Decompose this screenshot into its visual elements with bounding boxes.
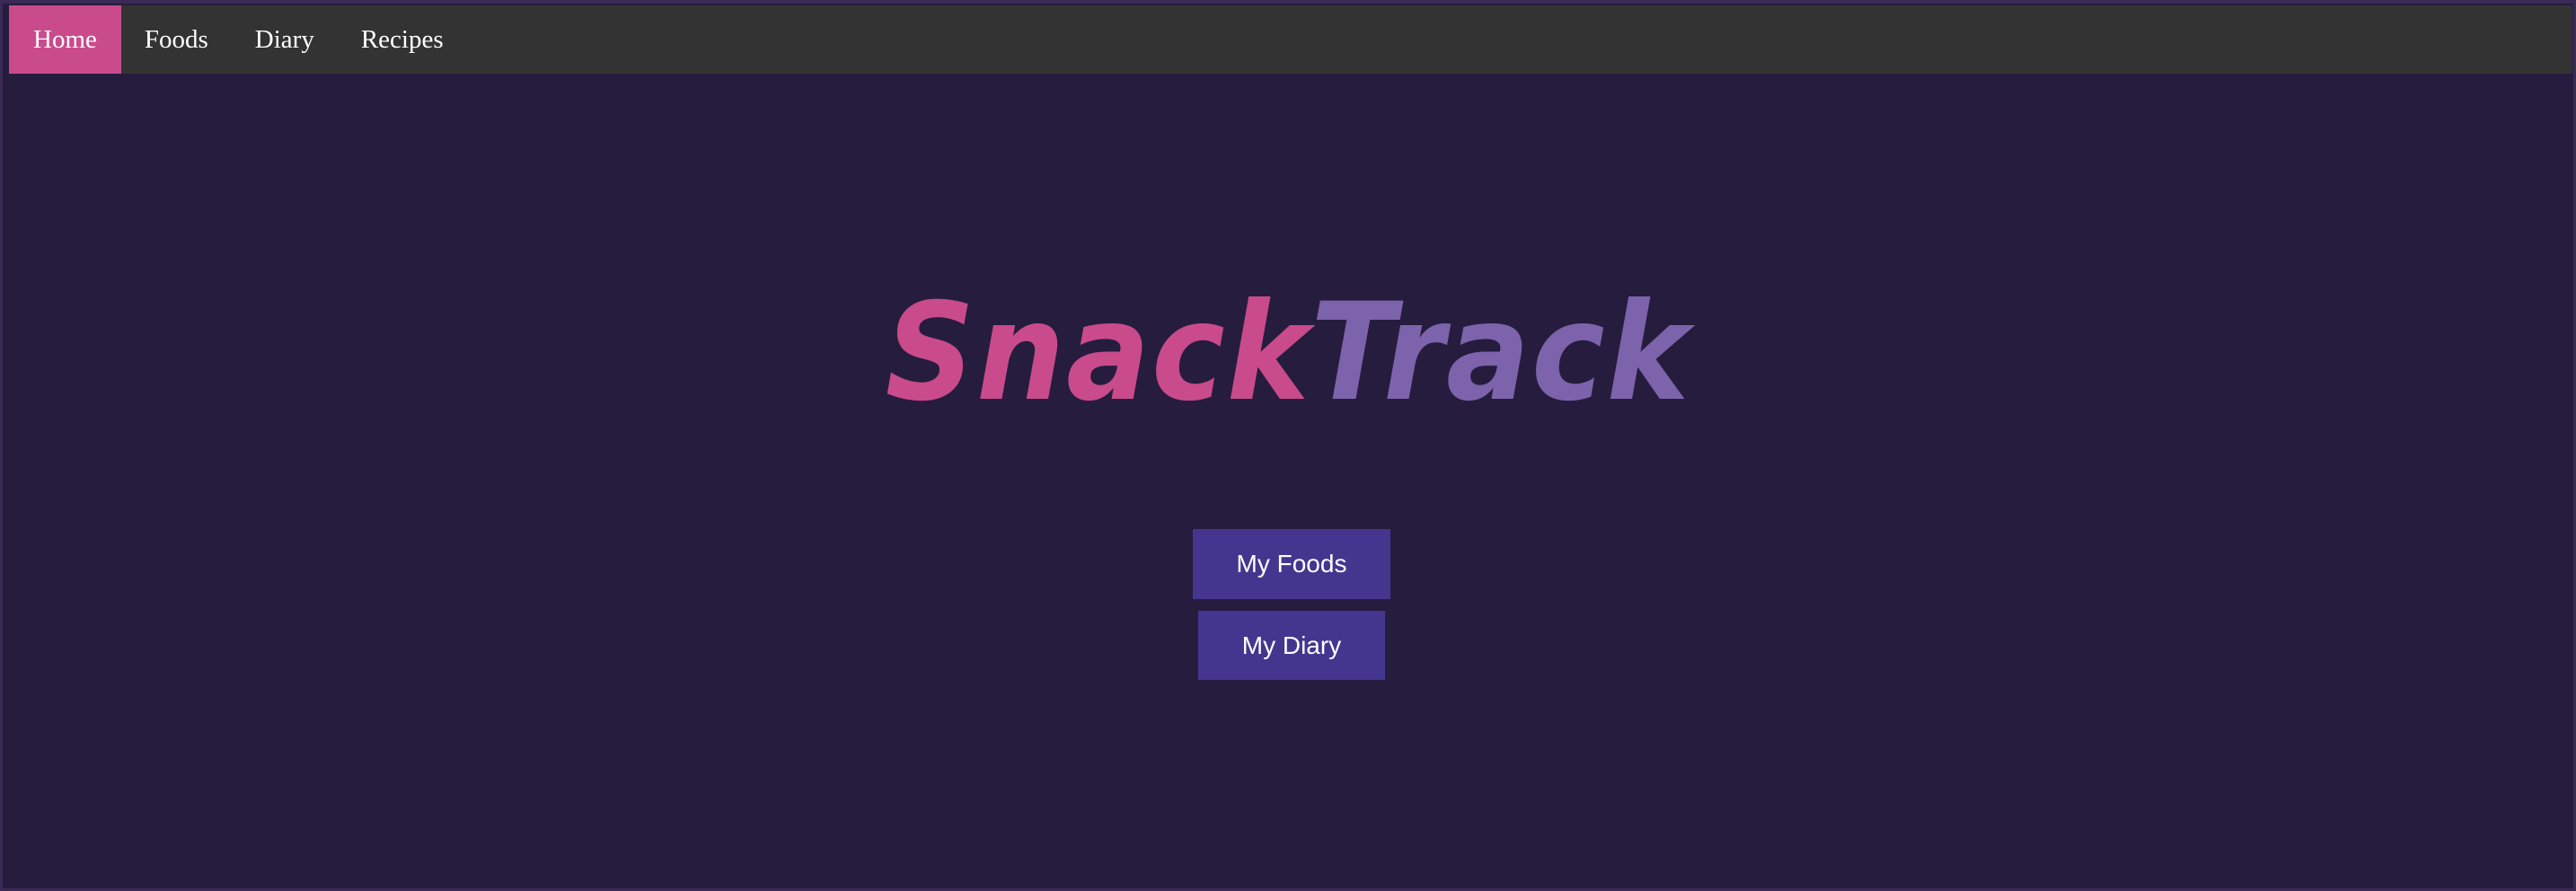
- nav-item-recipes[interactable]: Recipes: [338, 5, 467, 74]
- window-frame: [0, 0, 2576, 891]
- my-foods-button[interactable]: My Foods: [1193, 529, 1390, 599]
- nav-item-foods[interactable]: Foods: [121, 5, 232, 74]
- nav-item-diary[interactable]: Diary: [232, 5, 338, 74]
- logo-track-text: Track: [1310, 275, 1691, 431]
- app-logo: SnackTrack: [103, 286, 2474, 420]
- my-diary-button[interactable]: My Diary: [1198, 611, 1385, 680]
- top-navbar: Home Foods Diary Recipes: [9, 5, 2572, 74]
- logo-snack-text: Snack: [885, 275, 1311, 431]
- nav-item-home[interactable]: Home: [9, 5, 121, 74]
